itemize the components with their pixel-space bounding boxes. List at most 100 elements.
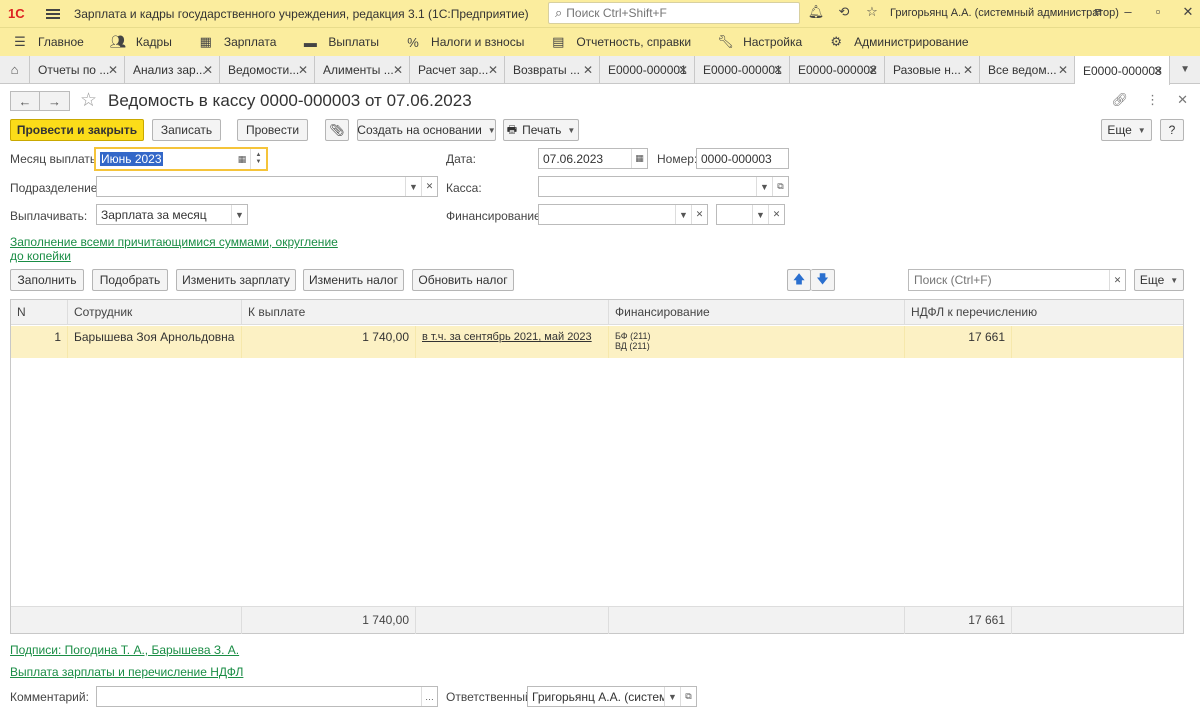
row-employee[interactable]: Барышева Зоя Арнольдовна xyxy=(68,326,242,358)
row-amount-note-link[interactable]: в т.ч. за сентябрь 2021, май 2023 xyxy=(416,326,609,358)
change-salary-button[interactable]: Изменить зарплату xyxy=(176,269,296,291)
row-financing[interactable]: БФ (211) ВД (211) xyxy=(609,326,905,358)
bell-icon[interactable]: 🔔︎ xyxy=(808,4,825,20)
tab-close-icon[interactable]: ✕ xyxy=(393,63,403,77)
calendar-icon[interactable]: ▦ xyxy=(234,149,250,169)
tab-close-icon[interactable]: ✕ xyxy=(868,63,878,77)
main-menu-icon[interactable] xyxy=(46,8,60,19)
section-settings[interactable]: 🔧︎ Настройка xyxy=(717,34,802,50)
link-icon[interactable]: 🔗︎ xyxy=(1112,92,1129,108)
tab[interactable]: Е0000-000002 ✕ xyxy=(790,56,885,83)
close-form-icon[interactable]: ✕ xyxy=(1177,92,1188,108)
ellipsis-icon[interactable]: … xyxy=(421,687,437,706)
post-button[interactable]: Провести xyxy=(237,119,308,141)
section-reports[interactable]: ▤ Отчетность, справки xyxy=(550,34,691,50)
tab-close-icon[interactable]: ✕ xyxy=(773,63,783,77)
payout-link[interactable]: Выплата зарплаты и перечисление НДФЛ xyxy=(10,665,243,679)
more-button[interactable]: Еще ▼ xyxy=(1101,119,1152,141)
tab[interactable]: Алименты ... ✕ xyxy=(315,56,410,83)
payroll-table[interactable]: N Сотрудник К выплате Финансирование НДФ… xyxy=(10,299,1184,634)
close-icon[interactable]: ✕ xyxy=(1182,4,1194,20)
history-icon[interactable]: ⟲ xyxy=(836,4,852,20)
financing-field[interactable]: ▼ ✕ xyxy=(538,204,708,225)
date-field[interactable]: 07.06.2023 ▦ xyxy=(538,148,648,169)
tab[interactable]: Е0000-000001 ✕ xyxy=(600,56,695,83)
table-more-button[interactable]: Еще ▼ xyxy=(1134,269,1184,291)
clear-icon[interactable]: ✕ xyxy=(1109,270,1125,290)
open-icon[interactable]: ⧉ xyxy=(772,177,788,196)
section-main[interactable]: ☰ Главное xyxy=(12,34,84,50)
maximize-icon[interactable]: ▫ xyxy=(1152,4,1164,20)
column-header-amount[interactable]: К выплате xyxy=(242,300,609,325)
cash-field[interactable]: ▼ ⧉ xyxy=(538,176,789,197)
pay-field[interactable]: Зарплата за месяц ▼ xyxy=(96,204,248,225)
pick-button[interactable]: Подобрать xyxy=(92,269,168,291)
current-user[interactable]: Григорьянц А.А. (системный администратор… xyxy=(890,7,1119,19)
tab[interactable]: Все ведом... ✕ xyxy=(980,56,1075,83)
tab-active[interactable]: Е0000-000003 ✕ xyxy=(1075,56,1170,85)
attach-button[interactable]: 📎︎ xyxy=(325,119,349,141)
table-search-field[interactable]: ✕ xyxy=(908,269,1126,291)
tab[interactable]: Разовые н... ✕ xyxy=(885,56,980,83)
more-vertical-icon[interactable]: ⋮ xyxy=(1146,92,1159,108)
responsible-field[interactable]: Григорьянц А.А. (системн ▼ ⧉ xyxy=(527,686,697,707)
section-payments[interactable]: ▬ Выплаты xyxy=(302,35,379,50)
dropdown-icon[interactable]: ▼ xyxy=(756,177,772,196)
clear-icon[interactable]: ✕ xyxy=(768,205,784,224)
change-tax-button[interactable]: Изменить налог xyxy=(303,269,404,291)
month-spin-icon[interactable]: ▲ ▼ xyxy=(250,149,266,169)
tab[interactable]: Ведомости... ✕ xyxy=(220,56,315,83)
dropdown-icon[interactable]: ▼ xyxy=(675,205,691,224)
tab-close-icon[interactable]: ✕ xyxy=(583,63,593,77)
favorites-icon[interactable]: ☆ xyxy=(864,4,880,20)
tabs-overflow-icon[interactable]: ▼ xyxy=(1170,56,1200,83)
create-based-on-button[interactable]: Создать на основании ▼ xyxy=(357,119,496,141)
section-salary[interactable]: ▦ Зарплата xyxy=(198,34,277,50)
column-header-ndfl[interactable]: НДФЛ к перечислению xyxy=(905,300,1183,325)
comment-field[interactable]: … xyxy=(96,686,438,707)
tab[interactable]: Отчеты по ... ✕ xyxy=(30,56,125,83)
tab-close-icon[interactable]: ✕ xyxy=(298,63,308,77)
number-field[interactable]: 0000-000003 xyxy=(696,148,789,169)
table-search-input[interactable] xyxy=(909,273,1109,287)
minimize-icon[interactable]: – xyxy=(1122,4,1134,20)
section-hr[interactable]: 👥︎ Кадры xyxy=(110,34,172,50)
post-and-close-button[interactable]: Провести и закрыть xyxy=(10,119,144,141)
tab-close-icon[interactable]: ✕ xyxy=(1153,64,1163,78)
table-row[interactable]: 1 Барышева Зоя Арнольдовна 1 740,00 в т.… xyxy=(11,326,1183,358)
print-button[interactable]: 🖶 Печать ▼ xyxy=(503,119,579,141)
column-header-employee[interactable]: Сотрудник xyxy=(68,300,242,325)
forward-button[interactable]: → xyxy=(40,91,70,111)
tab-close-icon[interactable]: ✕ xyxy=(488,63,498,77)
dropdown-icon[interactable]: ▼ xyxy=(405,177,421,196)
clear-icon[interactable]: ✕ xyxy=(421,177,437,196)
tab[interactable]: Анализ зар... ✕ xyxy=(125,56,220,83)
section-taxes[interactable]: % Налоги и взносы xyxy=(405,35,524,50)
calendar-icon[interactable]: ▦ xyxy=(631,149,647,168)
global-search-input[interactable] xyxy=(566,6,787,20)
row-amount[interactable]: 1 740,00 xyxy=(242,326,416,358)
tab[interactable]: Е0000-000001 ✕ xyxy=(695,56,790,83)
row-ndfl[interactable]: 17 661 xyxy=(905,326,1012,358)
month-field[interactable]: Июнь 2023 ▦ ▲ ▼ xyxy=(94,147,268,171)
dropdown-icon[interactable]: ▼ xyxy=(664,687,680,706)
tab-close-icon[interactable]: ✕ xyxy=(678,63,688,77)
clear-icon[interactable]: ✕ xyxy=(691,205,707,224)
favorite-star-icon[interactable]: ☆ xyxy=(80,89,97,112)
save-button[interactable]: Записать xyxy=(152,119,221,141)
home-icon[interactable]: ⌂ xyxy=(0,56,30,83)
back-button[interactable]: ← xyxy=(10,91,40,111)
refresh-tax-button[interactable]: Обновить налог xyxy=(412,269,514,291)
fill-link[interactable]: Заполнение всеми причитающимися суммами,… xyxy=(10,235,340,263)
tab-close-icon[interactable]: ✕ xyxy=(203,63,213,77)
tab-close-icon[interactable]: ✕ xyxy=(108,63,118,77)
settings-menu-icon[interactable]: ≡ xyxy=(1092,4,1104,20)
global-search[interactable]: ⌕ xyxy=(548,2,800,24)
fill-button[interactable]: Заполнить xyxy=(10,269,84,291)
app-logo[interactable]: 1С xyxy=(8,6,38,21)
division-field[interactable]: ▼ ✕ xyxy=(96,176,438,197)
tab[interactable]: Расчет зар... ✕ xyxy=(410,56,505,83)
help-button[interactable]: ? xyxy=(1160,119,1184,141)
column-header-n[interactable]: N xyxy=(11,300,68,325)
tab[interactable]: Возвраты ... ✕ xyxy=(505,56,600,83)
